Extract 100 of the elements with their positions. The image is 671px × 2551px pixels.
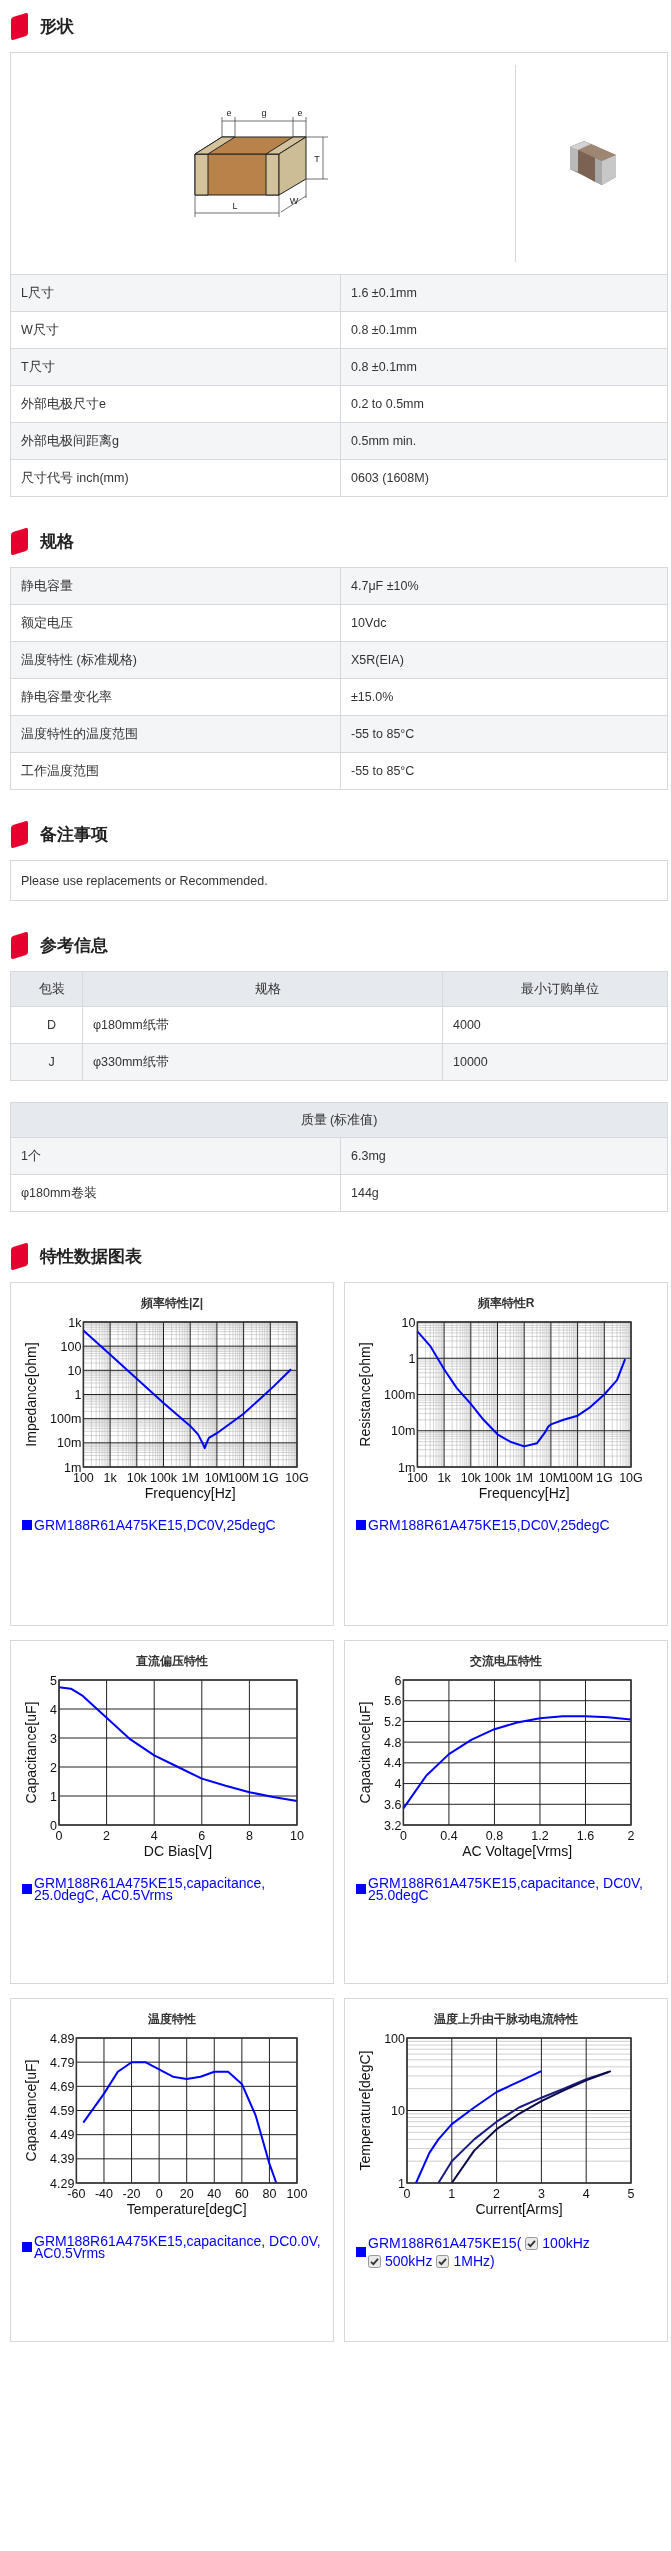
table-cell: 4.7μF ±10% [340, 568, 667, 604]
checkbox-label: 500kHz [385, 2253, 433, 2269]
table-cell-text: D [46, 1017, 57, 1034]
section-marker-icon [10, 930, 29, 960]
section-marker-icon [10, 1241, 29, 1271]
column-header: 包装 [37, 980, 66, 998]
table-cell-text: 温度特性的温度范围 [20, 725, 139, 743]
tick-label: 1.2 [531, 1829, 549, 1843]
tick-label: 6 [394, 1673, 402, 1688]
tick-label: 4.49 [50, 2128, 75, 2143]
tick-label: 4.79 [50, 2055, 75, 2070]
tick-label: 4 [582, 2187, 590, 2201]
y-axis-title: Capacitance[uF] [357, 1701, 373, 1804]
tick-label: 100M [561, 1471, 594, 1485]
table-cell-text: φ180mm卷装 [20, 1184, 98, 1202]
checkbox[interactable] [436, 2254, 450, 2268]
tick-label: 10 [401, 1315, 416, 1330]
legend-swatch [22, 2242, 32, 2252]
tick-label: 3 [537, 2187, 545, 2201]
tick-label: 2 [493, 2187, 501, 2201]
table-cell-text: 静电容量变化率 [20, 688, 113, 706]
tick-label: 100m [50, 1412, 82, 1427]
tick-label: 0.4 [440, 1829, 458, 1843]
section-title: 形状 [40, 15, 74, 38]
tick-label: 10k [126, 1471, 147, 1485]
tick-label: 100k [483, 1471, 512, 1485]
dimension-label: T [314, 153, 320, 164]
x-axis-title: Frequency[Hz] [478, 1485, 570, 1501]
section-title: 规格 [40, 530, 74, 553]
x-axis-title: Current[Arms] [475, 2201, 563, 2217]
tick-label: 100m [384, 1388, 416, 1402]
chart-title: 頻率特性R [477, 1296, 535, 1310]
tick-label: 10G [285, 1471, 309, 1485]
tick-label: 4 [394, 1777, 402, 1792]
tick-label: 40 [207, 2187, 222, 2201]
section-title: 特性数据图表 [40, 1245, 142, 1268]
tick-label: 10 [290, 1829, 304, 1843]
table-cell-text: 尺寸代号 inch(mm) [20, 469, 130, 487]
tick-label: 4.8 [384, 1735, 402, 1750]
tick-label: 6 [198, 1829, 206, 1843]
tick-label: 10k [460, 1471, 481, 1485]
tick-label: 100k [149, 1471, 178, 1485]
tick-label: 1M [515, 1471, 533, 1485]
tick-label: 0 [155, 2187, 163, 2201]
tick-label: 1k [103, 1471, 117, 1485]
table-cell-text: T尺寸 [20, 358, 56, 376]
checkbox-label: 100kHz [542, 2235, 590, 2251]
checkbox[interactable] [525, 2236, 539, 2250]
tick-label: 20 [179, 2187, 194, 2201]
x-axis-title: Frequency[Hz] [144, 1485, 236, 1501]
tick-label: 10 [67, 1363, 82, 1378]
table-cell-text: W尺寸 [20, 321, 60, 339]
tick-label: 100 [406, 1471, 428, 1485]
tick-label: 3.6 [384, 1797, 402, 1812]
tick-label: 0 [55, 1829, 63, 1843]
tick-label: 5 [50, 1673, 57, 1688]
tick-label: 100 [72, 1471, 94, 1485]
table-cell-text: 外部电极间距离g [20, 432, 120, 450]
table-cell: 0.8 ±0.1mm [340, 349, 667, 385]
tick-label: 4 [50, 1702, 57, 1717]
tick-label: 2 [627, 1829, 635, 1843]
legend-swatch [356, 1520, 366, 1530]
tick-label: 5 [627, 2187, 635, 2201]
tick-label: 0 [50, 1818, 57, 1833]
tick-label: 2 [50, 1760, 57, 1775]
table-cell-text: 1个 [20, 1147, 42, 1165]
tick-label: 10M [204, 1471, 230, 1485]
tick-label: 8 [245, 1829, 253, 1843]
tick-label: 0.8 [485, 1829, 504, 1843]
checkbox-label: 1MHz) [453, 2253, 495, 2269]
dimension-label: e [226, 107, 232, 118]
dimension-label: W [289, 195, 299, 206]
column-header: 最小订购单位 [442, 972, 667, 1006]
legend-swatch [22, 1884, 32, 1894]
tick-label: 1.6 [576, 1829, 595, 1843]
tick-label: 1 [50, 1789, 57, 1804]
tick-label: 1 [448, 2187, 456, 2201]
tick-label: 80 [262, 2187, 277, 2201]
tick-label: 100M [227, 1471, 260, 1485]
tick-label: 4.39 [50, 2152, 75, 2167]
tick-label: 10m [57, 1436, 82, 1451]
x-axis-title: DC Bias[V] [143, 1843, 213, 1859]
tick-label: 3.2 [384, 1818, 402, 1833]
legend-text: GRM188R61A475KE15,DC0V,25degC [368, 1519, 610, 1531]
tick-label: 1k [68, 1315, 82, 1330]
table-cell-text: 额定电压 [20, 614, 74, 632]
tick-label: 100 [60, 1339, 82, 1354]
table-cell-text: 工作温度范围 [20, 762, 100, 780]
table-cell: -55 to 85°C [340, 753, 667, 789]
legend-text: GRM188R61A475KE15( [368, 2235, 522, 2251]
tick-label: 1k [437, 1471, 451, 1485]
table-cell: 10000 [442, 1044, 667, 1080]
legend-text: GRM188R61A475KE15,capacitance, DC0V, 25.0degC [368, 1877, 644, 1901]
section-title: 参考信息 [40, 934, 108, 957]
chart-title: 温度特性 [148, 2012, 196, 2026]
chart-title: 交流电压特性 [470, 1654, 542, 1668]
tick-label: 1 [408, 1351, 416, 1366]
table-cell: -55 to 85°C [340, 716, 667, 752]
checkbox[interactable] [368, 2254, 381, 2268]
section-marker-icon [10, 819, 29, 849]
